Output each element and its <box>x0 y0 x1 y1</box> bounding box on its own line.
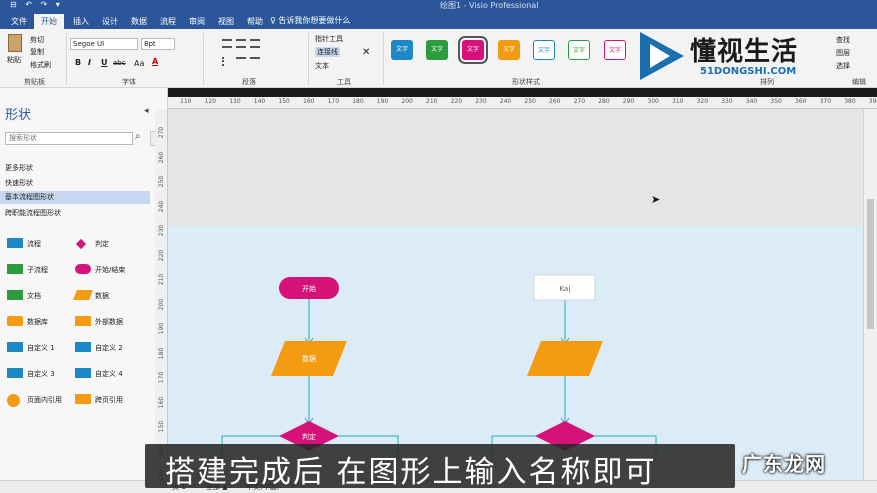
flowchart-diagram: 开始 数据 判定 Ka| <box>221 274 657 460</box>
text-entry-label: Ka| <box>559 285 570 293</box>
brand-watermark: 广东龙网 <box>742 452 826 476</box>
data-shape[interactable] <box>527 341 603 376</box>
data-label: 数据 <box>302 354 316 363</box>
subtitle-text: 搭建完成后 在图形上输入名称即可 <box>165 455 657 490</box>
video-subtitle: 搭建完成后 在图形上输入名称即可 <box>145 444 735 490</box>
decision-label: 判定 <box>302 432 316 441</box>
start-label: 开始 <box>302 284 316 293</box>
